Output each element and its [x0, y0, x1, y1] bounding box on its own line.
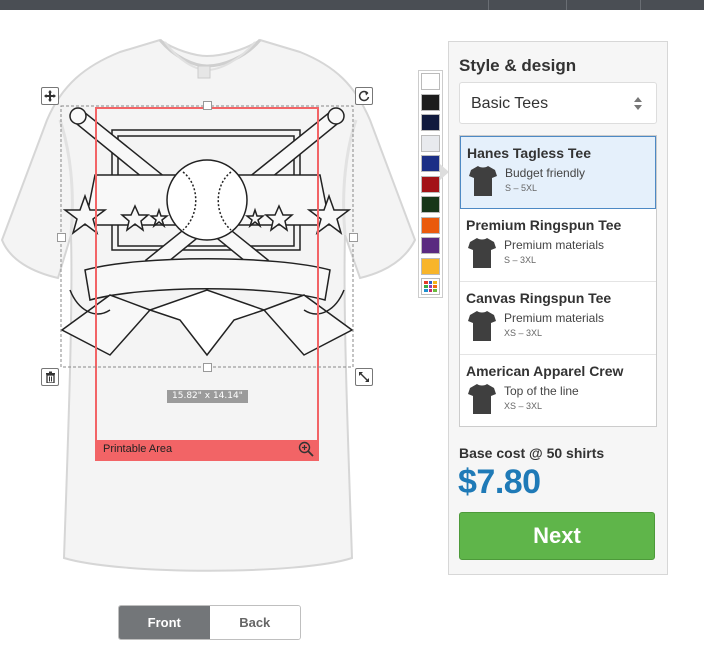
tshirt-icon [468, 383, 496, 420]
product-desc: Premium materials [504, 311, 605, 325]
product-desc: Top of the line [504, 384, 579, 398]
top-toolbar [0, 0, 704, 10]
bottom-mid-handle[interactable] [203, 363, 212, 372]
product-name: American Apparel Crew [466, 363, 624, 379]
swatch-ash[interactable] [421, 134, 440, 152]
swatch-gold[interactable] [421, 257, 440, 275]
left-mid-handle[interactable] [57, 233, 66, 242]
swatch-royal[interactable] [421, 155, 440, 172]
swatch-more-colors[interactable] [421, 278, 440, 295]
product-item[interactable]: Hanes Tagless Tee Budget friendly S – 5XL [460, 136, 656, 209]
color-swatches [418, 70, 443, 298]
product-item[interactable]: American Apparel Crew Top of the line XS –… [460, 355, 656, 426]
product-name: Canvas Ringspun Tee [466, 290, 612, 306]
front-tab[interactable]: Front [119, 606, 210, 639]
product-name: Hanes Tagless Tee [467, 145, 591, 161]
resize-handle[interactable] [355, 368, 373, 386]
product-item[interactable]: Premium Ringspun Tee Premium materials S –… [460, 209, 656, 282]
product-list: Hanes Tagless Tee Budget friendly S – 5XL P… [459, 135, 657, 427]
tshirt-icon [469, 165, 497, 202]
delete-handle[interactable] [41, 368, 59, 386]
swatch-red[interactable] [421, 175, 440, 193]
rotate-icon [358, 90, 370, 102]
product-desc: Budget friendly [505, 166, 586, 180]
zoom-icon[interactable] [298, 441, 314, 462]
side-toggle: Front Back [118, 605, 301, 640]
product-desc: Premium materials [504, 238, 605, 252]
style-design-panel: Style & design Basic Tees Hanes Tagless … [448, 41, 668, 575]
trash-icon [45, 371, 55, 383]
swatch-black[interactable] [421, 93, 440, 111]
tshirt-mockup [0, 38, 417, 572]
toolbar-divider [488, 0, 489, 10]
product-name: Premium Ringspun Tee [466, 217, 622, 233]
swatch-purple[interactable] [421, 237, 440, 254]
toolbar-divider [640, 0, 641, 10]
rotate-handle[interactable] [355, 87, 373, 105]
printable-area-bar: Printable Area [96, 440, 318, 460]
design-canvas[interactable] [0, 10, 440, 600]
dimension-label: 15.82" x 14.14" [167, 390, 248, 403]
style-select-value: Basic Tees [471, 95, 549, 112]
base-cost-label: Base cost @ 50 shirts [459, 445, 605, 461]
swatch-white[interactable] [421, 73, 440, 90]
tshirt-icon [468, 310, 496, 347]
base-cost-price: $7.80 [458, 463, 541, 501]
resize-icon [359, 372, 369, 382]
swatch-orange[interactable] [421, 216, 440, 234]
top-mid-handle[interactable] [203, 101, 212, 110]
style-select[interactable]: Basic Tees [459, 82, 657, 124]
product-sizes: XS – 3XL [504, 401, 543, 411]
right-mid-handle[interactable] [349, 233, 358, 242]
product-sizes: S – 3XL [504, 255, 537, 265]
move-handle[interactable] [41, 87, 59, 105]
move-icon [44, 90, 56, 102]
toolbar-divider [566, 0, 567, 10]
product-sizes: XS – 3XL [504, 328, 543, 338]
product-sizes: S – 5XL [505, 183, 538, 193]
printable-area-label: Printable Area [103, 443, 173, 455]
tshirt-icon [468, 237, 496, 274]
product-item[interactable]: Canvas Ringspun Tee Premium materials XS –… [460, 282, 656, 355]
next-button[interactable]: Next [459, 512, 655, 560]
swatch-forest[interactable] [421, 196, 440, 213]
panel-title: Style & design [459, 56, 577, 75]
select-arrows-icon [634, 97, 642, 115]
swatch-navy[interactable] [421, 114, 440, 131]
back-tab[interactable]: Back [209, 606, 300, 639]
